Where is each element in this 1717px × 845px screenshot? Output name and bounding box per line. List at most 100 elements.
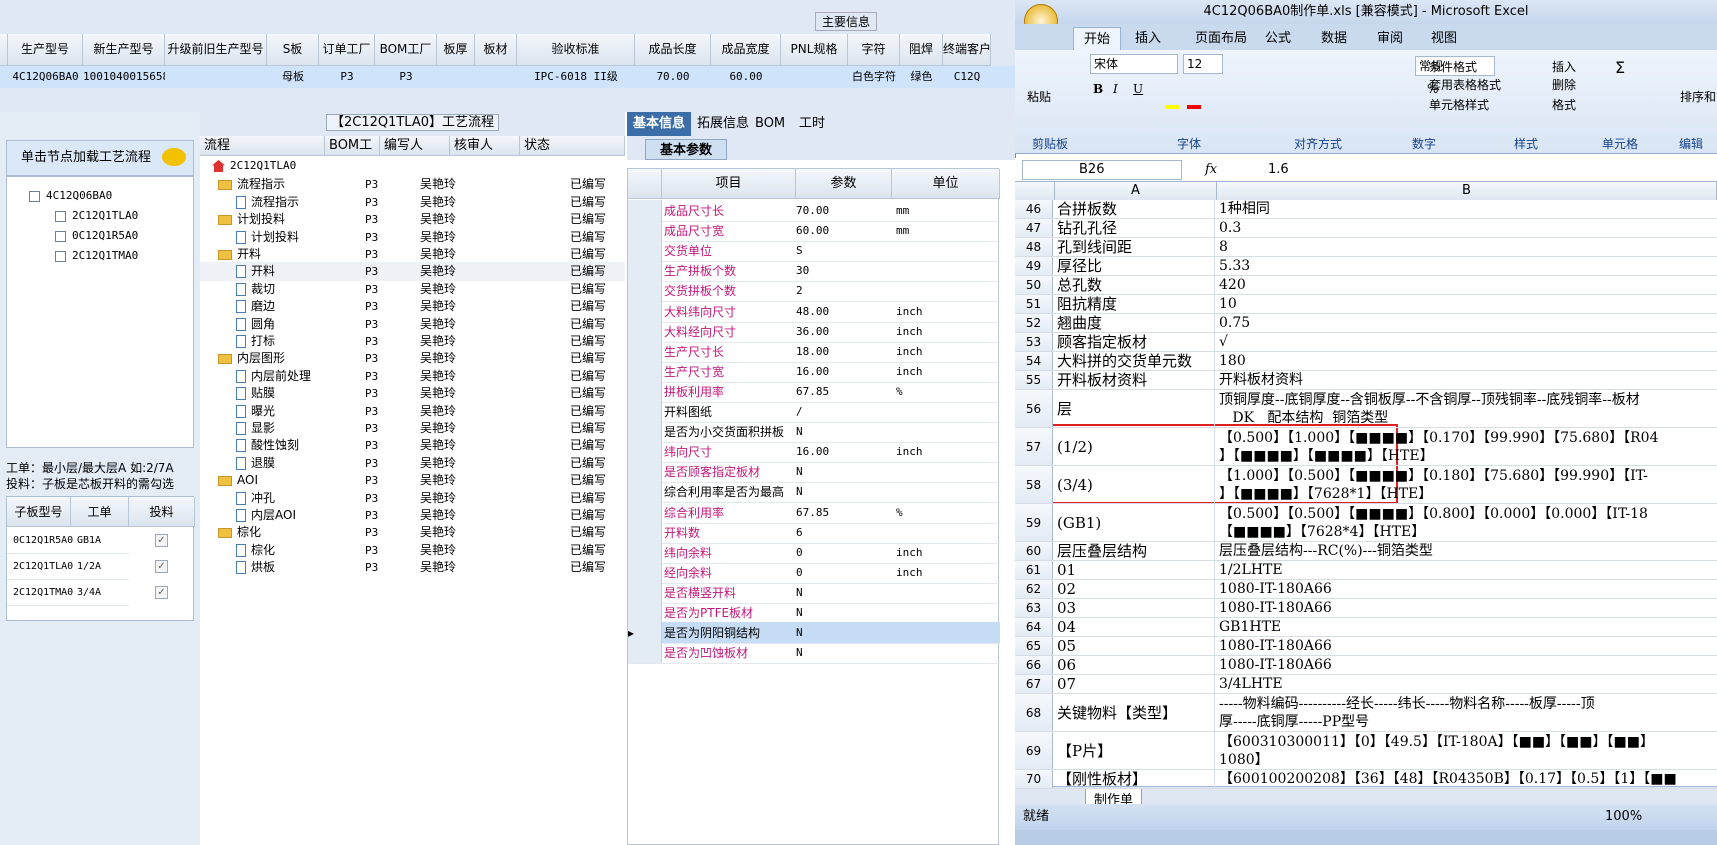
param-row[interactable]: 纬向尺寸 16.00 inch: [628, 441, 1000, 464]
param-value[interactable]: 16.00: [796, 361, 892, 383]
process-row[interactable]: 显影 P3 吴艳玲 已编写: [200, 419, 625, 438]
row-selector[interactable]: [628, 602, 662, 623]
sheet-row[interactable]: 66 06 1080-IT-180A66: [1015, 656, 1717, 675]
cond-format-button[interactable]: 条件格式: [1429, 58, 1477, 75]
process-row[interactable]: 打标 P3 吴艳玲 已编写: [200, 332, 625, 351]
param-row[interactable]: 大料纬向尺寸 48.00 inch: [628, 300, 1000, 323]
process-row[interactable]: 开料 P3 吴艳玲 已编写: [200, 262, 625, 282]
param-value[interactable]: 67.85: [796, 381, 892, 403]
process-row[interactable]: 内层前处理 P3 吴艳玲 已编写: [200, 367, 625, 386]
param-row[interactable]: 是否为小交货面积拼板 N: [628, 421, 1000, 444]
param-value[interactable]: N: [796, 582, 892, 604]
param-value[interactable]: 6: [796, 522, 892, 544]
column-header-cell[interactable]: 升级前旧生产型号: [165, 34, 267, 66]
row-selector[interactable]: [628, 360, 662, 382]
param-row[interactable]: 是否横竖开料 N: [628, 581, 1000, 604]
cell-a[interactable]: 厚径比: [1055, 257, 1215, 275]
ribbon-tab-4[interactable]: 数据: [1311, 27, 1357, 50]
cell-b[interactable]: 1080-IT-180A66: [1217, 599, 1717, 617]
cell-a[interactable]: 孔到线间距: [1055, 238, 1215, 256]
sub-row-model[interactable]: 0C12Q1R5A0: [7, 528, 73, 554]
column-a-header[interactable]: A: [1055, 182, 1217, 200]
cell-a[interactable]: 05: [1055, 637, 1215, 655]
param-row[interactable]: ▸ 是否为阴阳铜结构 N: [628, 622, 1000, 645]
cell-b[interactable]: GB1HTE: [1217, 618, 1717, 636]
row-selector[interactable]: [628, 481, 662, 503]
cell-a[interactable]: 06: [1055, 656, 1215, 674]
main-row-cell[interactable]: 60.00: [711, 66, 781, 88]
tree-item[interactable]: 2C12Q1TLA0: [55, 207, 138, 225]
param-value[interactable]: N: [796, 461, 892, 483]
cell-a[interactable]: 开料板材资料: [1055, 371, 1215, 389]
font-size-select[interactable]: 12: [1183, 54, 1223, 74]
process-row[interactable]: 冲孔 P3 吴艳玲 已编写: [200, 489, 625, 508]
row-selector[interactable]: [628, 200, 662, 221]
main-row-cell[interactable]: P3: [375, 66, 437, 88]
cell-a[interactable]: 07: [1055, 675, 1215, 693]
process-row[interactable]: 计划投料 P3 吴艳玲 已编写: [200, 228, 625, 247]
process-row[interactable]: 磨边 P3 吴艳玲 已编写: [200, 297, 625, 316]
column-header-cell[interactable]: 订单工厂: [319, 34, 375, 66]
main-row-cell[interactable]: 70.00: [635, 66, 711, 88]
row-selector[interactable]: [628, 280, 662, 302]
cell-a[interactable]: (1/2): [1055, 428, 1215, 465]
cell-b[interactable]: -----物料编码----------经长-----纬长-----物料名称---…: [1217, 694, 1717, 731]
cell-a[interactable]: 01: [1055, 561, 1215, 579]
param-value[interactable]: N: [796, 602, 892, 624]
process-row[interactable]: 计划投料 P3 吴艳玲 已编写: [200, 210, 625, 229]
param-row[interactable]: 交货拼板个数 2: [628, 280, 1000, 303]
cell-a[interactable]: 层压叠层结构: [1055, 542, 1215, 560]
sub-row-model[interactable]: 2C12Q1TLA0: [7, 554, 73, 580]
param-value[interactable]: S: [796, 240, 892, 262]
row-selector[interactable]: [628, 441, 662, 463]
param-row[interactable]: 是否为PTFE板材 N: [628, 602, 1000, 624]
column-header-cell[interactable]: 验收标准: [517, 34, 635, 66]
tab-1[interactable]: 拓展信息: [691, 112, 755, 136]
sheet-row[interactable]: 65 05 1080-IT-180A66: [1015, 637, 1717, 656]
cell-b[interactable]: 0.75: [1217, 314, 1717, 332]
sheet-row[interactable]: 51 阻抗精度 10: [1015, 295, 1717, 314]
param-value[interactable]: 36.00: [796, 321, 892, 343]
row-selector[interactable]: [628, 320, 662, 342]
param-row[interactable]: 是否顾客指定板材 N: [628, 461, 1000, 484]
column-header-cell[interactable]: 板厚: [437, 34, 475, 66]
cell-a[interactable]: 顾客指定板材: [1055, 333, 1215, 351]
sheet-row[interactable]: 49 厚径比 5.33: [1015, 257, 1717, 276]
sheet-row[interactable]: 55 开料板材资料 开料板材资料: [1015, 371, 1717, 390]
row-selector[interactable]: [628, 300, 662, 322]
tree-item[interactable]: 2C12Q1TMA0: [55, 247, 138, 265]
row-selector[interactable]: ▸: [628, 622, 662, 644]
param-row[interactable]: 成品尺寸长 70.00 mm: [628, 200, 1000, 222]
param-row[interactable]: 综合利用率 67.85%: [628, 501, 1000, 524]
process-row[interactable]: 棕化 P3 吴艳玲 已编写: [200, 541, 625, 560]
param-row[interactable]: 生产拼板个数 30: [628, 260, 1000, 283]
main-row-cell[interactable]: C12Q: [943, 66, 991, 88]
param-row[interactable]: 生产尺寸宽 16.00 inch: [628, 360, 1000, 383]
cell-style-button[interactable]: 单元格样式: [1429, 96, 1489, 113]
feed-checkbox[interactable]: ✓: [155, 586, 168, 599]
process-row[interactable]: AOI P3 吴艳玲 已编写: [200, 471, 625, 490]
sheet-row[interactable]: 54 大料拼的交货单元数 180: [1015, 352, 1717, 371]
row-selector[interactable]: [628, 461, 662, 483]
cell-a[interactable]: 大料拼的交货单元数: [1055, 352, 1215, 370]
sheet-row[interactable]: 46 合拼板数 1种相同: [1015, 200, 1717, 219]
cell-b[interactable]: 【1.000】【0.500】【■■■■】【0.180】【75.680】【99.9…: [1217, 466, 1717, 503]
format-button[interactable]: 格式: [1552, 96, 1576, 113]
sum-icon[interactable]: Σ: [1615, 58, 1625, 77]
process-row[interactable]: 开料 P3 吴艳玲 已编写: [200, 245, 625, 264]
main-row-cell[interactable]: [165, 66, 267, 88]
column-header-cell[interactable]: 新生产型号: [83, 34, 165, 66]
row-selector[interactable]: [628, 501, 662, 523]
cell-a[interactable]: 04: [1055, 618, 1215, 636]
ribbon-tab-6[interactable]: 视图: [1421, 27, 1467, 50]
process-row[interactable]: 裁切 P3 吴艳玲 已编写: [200, 280, 625, 299]
cell-b[interactable]: 【600310300011】【0】【49.5】【IT-180A】【■■】【■■】…: [1217, 732, 1717, 769]
cell-b[interactable]: 3/4LHTE: [1217, 675, 1717, 693]
row-selector[interactable]: [628, 521, 662, 543]
sheet-row[interactable]: 59 (GB1) 【0.500】【0.500】【■■■■】【0.800】【0.000…: [1015, 504, 1717, 542]
column-header-cell[interactable]: 成品长度: [635, 34, 711, 66]
cell-b[interactable]: 5.33: [1217, 257, 1717, 275]
column-header-cell[interactable]: 阻焊: [900, 34, 943, 66]
main-row-cell[interactable]: 4C12Q06BA0: [8, 66, 83, 88]
cell-b[interactable]: 8: [1217, 238, 1717, 256]
